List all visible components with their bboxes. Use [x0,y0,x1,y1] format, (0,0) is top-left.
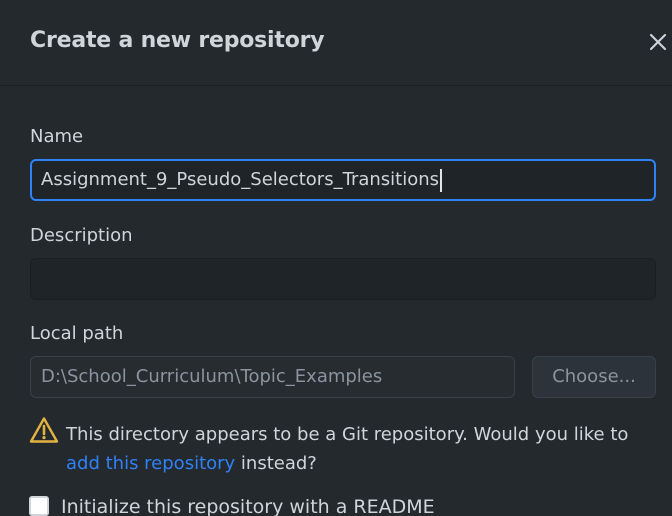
dialog-title: Create a new repository [30,28,325,53]
description-label: Description [30,225,133,246]
text-caret [440,168,442,192]
close-icon[interactable] [646,30,670,54]
dialog-header: Create a new repository [0,0,672,86]
warning-text: This directory appears to be a Git repos… [66,424,629,445]
name-input-value: Assignment_9_Pseudo_Selectors_Transition… [41,169,440,190]
description-input[interactable] [30,258,656,300]
warning-message: This directory appears to be a Git repos… [66,420,656,478]
create-repository-dialog: Create a new repository Name Assignment_… [0,0,672,516]
warning-text-end: instead? [235,453,317,474]
warning-icon [29,416,59,444]
readme-checkbox[interactable] [29,496,49,516]
readme-checkbox-label[interactable]: Initialize this repository with a README [61,496,435,516]
choose-button[interactable]: Choose... [532,356,656,398]
local-path-label: Local path [30,323,124,344]
name-label: Name [30,126,84,147]
name-input[interactable]: Assignment_9_Pseudo_Selectors_Transition… [30,159,656,201]
local-path-input[interactable]: D:\School_Curriculum\Topic_Examples [30,356,515,398]
add-repository-link[interactable]: add this repository [66,453,235,474]
